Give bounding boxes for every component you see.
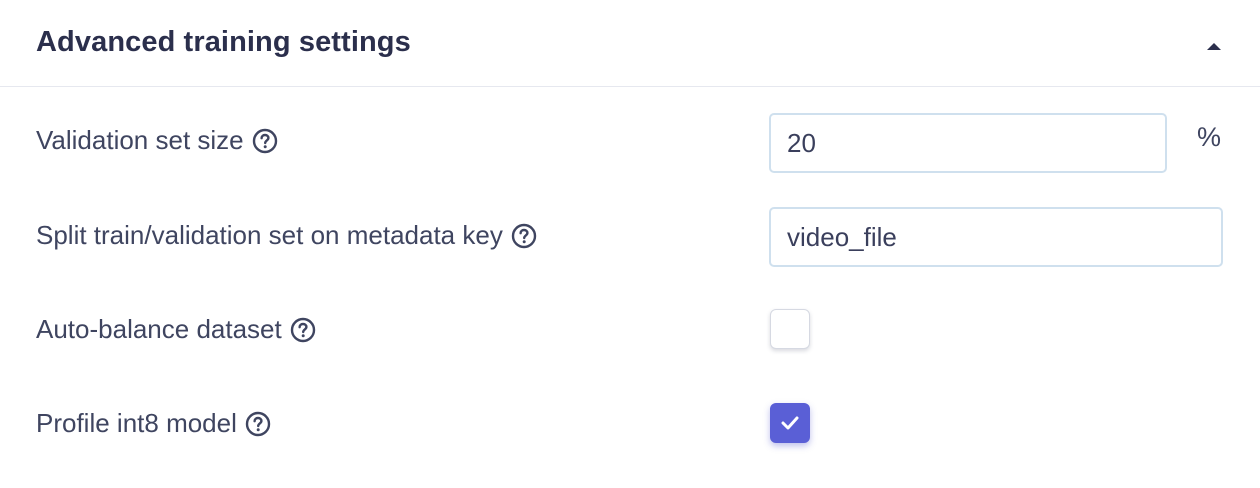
percent-unit: % xyxy=(1197,122,1222,152)
profile-int8-label: Profile int8 model xyxy=(36,408,237,438)
auto-balance-label-row: Auto-balance dataset xyxy=(36,314,316,345)
caret-up-icon xyxy=(1207,43,1221,50)
auto-balance-label: Auto-balance dataset xyxy=(36,314,282,344)
validation-size-input[interactable] xyxy=(769,113,1167,173)
help-icon[interactable] xyxy=(252,128,278,154)
help-icon[interactable] xyxy=(511,223,537,249)
split-key-label-row: Split train/validation set on metadata k… xyxy=(36,220,537,251)
section-header: Advanced training settings xyxy=(0,0,1260,87)
section-title: Advanced training settings xyxy=(36,26,411,58)
help-icon[interactable] xyxy=(245,411,271,437)
profile-int8-label-row: Profile int8 model xyxy=(36,408,271,439)
validation-size-label: Validation set size xyxy=(36,125,244,155)
checkmark-icon xyxy=(781,416,799,430)
profile-int8-checkbox[interactable] xyxy=(770,403,810,443)
validation-size-label-row: Validation set size xyxy=(36,125,278,156)
split-key-label: Split train/validation set on metadata k… xyxy=(36,220,503,250)
split-key-input[interactable] xyxy=(769,207,1223,267)
auto-balance-checkbox[interactable] xyxy=(770,309,810,349)
help-icon[interactable] xyxy=(290,317,316,343)
collapse-button[interactable] xyxy=(1196,30,1232,62)
